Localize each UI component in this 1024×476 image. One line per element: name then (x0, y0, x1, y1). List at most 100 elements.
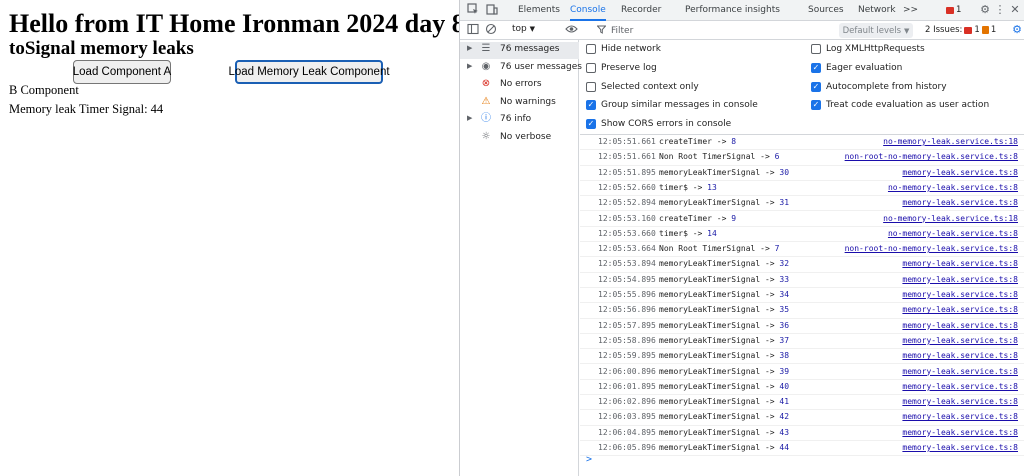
error-count-badge[interactable]: 1 (946, 5, 961, 15)
info-icon: ⓘ (481, 113, 491, 124)
sidebar-item-label: 76 info (500, 114, 532, 124)
tab-network[interactable]: Network (858, 0, 896, 21)
setting-option[interactable]: Hide network (586, 41, 661, 57)
setting-label: Eager evaluation (826, 62, 903, 73)
log-source-link[interactable]: memory-leak.service.ts:8 (902, 351, 1018, 360)
log-text: memoryLeakTimerSignal -> (659, 320, 780, 330)
sidebar-toggle-icon[interactable] (466, 23, 480, 37)
setting-option[interactable]: ✓ Autocomplete from history (811, 79, 947, 95)
checkbox[interactable] (811, 44, 821, 54)
log-source-link[interactable]: no-memory-leak.service.ts:18 (883, 214, 1018, 223)
log-text: memoryLeakTimerSignal -> (659, 381, 780, 391)
setting-option[interactable]: ✓ Treat code evaluation as user action (811, 97, 989, 113)
tab-sources[interactable]: Sources (808, 0, 844, 21)
log-text: memoryLeakTimerSignal -> (659, 397, 780, 407)
log-source-link[interactable]: non-root-no-memory-leak.service.ts:8 (845, 152, 1018, 161)
settings-gear-icon[interactable]: ⚙ (978, 3, 992, 17)
checkbox[interactable] (586, 44, 596, 54)
setting-option[interactable]: ✓ Show CORS errors in console (586, 116, 731, 132)
log-source-link[interactable]: memory-leak.service.ts:8 (902, 443, 1018, 452)
log-text: memoryLeakTimerSignal -> (659, 427, 780, 437)
setting-option[interactable]: Selected context only (586, 79, 699, 95)
expand-arrow-icon[interactable]: ▶ (467, 44, 472, 52)
log-number: 13 (707, 182, 717, 192)
setting-option[interactable]: Preserve log (586, 60, 657, 76)
load-memory-leak-component-button[interactable]: Load Memory Leak Component (228, 60, 390, 84)
setting-label: Group similar messages in console (601, 100, 758, 111)
log-message: timer$ -> 14 (659, 229, 717, 238)
log-source-link[interactable]: memory-leak.service.ts:8 (902, 367, 1018, 376)
more-options-icon[interactable]: ⋮ (993, 3, 1007, 17)
context-selector[interactable]: top ▼ (512, 24, 535, 34)
log-number: 30 (779, 167, 790, 177)
more-tabs-button[interactable]: >> (903, 0, 918, 21)
filter-input[interactable]: Filter (596, 23, 839, 38)
log-text: memoryLeakTimerSignal -> (659, 366, 780, 376)
setting-option[interactable]: ✓ Eager evaluation (811, 60, 902, 76)
device-toolbar-icon[interactable] (485, 3, 499, 17)
tab-elements[interactable]: Elements (518, 0, 560, 21)
log-source-link[interactable]: memory-leak.service.ts:8 (902, 275, 1018, 284)
log-source-link[interactable]: memory-leak.service.ts:8 (902, 382, 1018, 391)
sidebar-item[interactable]: ▶ ◉ 76 user messages (460, 60, 582, 77)
tab-console[interactable]: Console (570, 0, 606, 21)
checkbox[interactable]: ✓ (586, 100, 596, 111)
live-expression-eye-icon[interactable] (564, 23, 578, 37)
log-source-link[interactable]: memory-leak.service.ts:8 (902, 305, 1018, 314)
log-source-link[interactable]: memory-leak.service.ts:8 (902, 321, 1018, 330)
console-settings-gear-icon[interactable]: ⚙ (1010, 23, 1024, 37)
log-source-link[interactable]: no-memory-leak.service.ts:8 (888, 229, 1018, 238)
setting-option[interactable]: Log XMLHttpRequests (811, 41, 925, 57)
sidebar-item[interactable]: ⚠ No warnings (460, 95, 579, 112)
log-source-link[interactable]: no-memory-leak.service.ts:18 (883, 137, 1018, 146)
log-text: timer$ -> (659, 182, 708, 192)
console-settings-panel: Hide network Preserve log Selected context… (580, 40, 1024, 135)
log-number: 39 (779, 366, 790, 376)
log-source-link[interactable]: non-root-no-memory-leak.service.ts:8 (845, 244, 1018, 253)
checkbox[interactable] (586, 62, 596, 73)
sidebar-item[interactable]: ▶ ☰ 76 messages (460, 42, 579, 59)
sidebar-item[interactable]: ▶ ⓘ 76 info (460, 112, 579, 129)
sidebar-item-label: 76 messages (500, 44, 560, 54)
sidebar-item[interactable]: ⊗ No errors (460, 77, 579, 94)
log-text: memoryLeakTimerSignal -> (659, 198, 780, 208)
load-component-a-button[interactable]: Load Component A (73, 60, 171, 84)
log-source-link[interactable]: memory-leak.service.ts:8 (902, 397, 1018, 406)
log-text: memoryLeakTimerSignal -> (659, 412, 780, 422)
log-number: 9 (731, 213, 737, 223)
checkbox[interactable]: ✓ (586, 119, 596, 130)
tab-performance-insights[interactable]: Performance insights (685, 0, 780, 21)
checkbox[interactable]: ✓ (811, 100, 821, 111)
sidebar-item[interactable]: ☼ No verbose (460, 130, 579, 147)
checkbox[interactable]: ✓ (811, 81, 821, 92)
log-levels-dropdown[interactable]: Default levels ▼ (839, 23, 913, 38)
issues-counter[interactable]: 2 Issues: 1 1 (925, 25, 996, 35)
log-source-link[interactable]: memory-leak.service.ts:8 (902, 290, 1018, 299)
inspect-element-icon[interactable] (466, 3, 480, 17)
log-message: memoryLeakTimerSignal -> 31 (659, 198, 789, 207)
setting-option[interactable]: ✓ Group similar messages in console (586, 97, 758, 113)
log-source-link[interactable]: memory-leak.service.ts:8 (902, 168, 1018, 177)
log-number: 33 (779, 274, 790, 284)
log-source-link[interactable]: memory-leak.service.ts:8 (902, 428, 1018, 437)
close-icon[interactable]: ✕ (1008, 3, 1022, 17)
log-text: createTimer -> (659, 213, 732, 223)
console-prompt[interactable]: > (586, 454, 592, 465)
tab-recorder[interactable]: Recorder (621, 0, 661, 21)
log-source-link[interactable]: no-memory-leak.service.ts:8 (888, 183, 1018, 192)
console-log-row: 12:05:57.895 memoryLeakTimerSignal -> 36 m… (580, 319, 1024, 334)
log-source-link[interactable]: memory-leak.service.ts:8 (902, 259, 1018, 268)
setting-label: Autocomplete from history (826, 81, 947, 92)
expand-arrow-icon[interactable]: ▶ (467, 62, 472, 70)
clear-console-icon[interactable] (484, 23, 498, 37)
checkbox[interactable] (586, 81, 596, 92)
log-source-link[interactable]: memory-leak.service.ts:8 (902, 336, 1018, 345)
console-log-row: 12:05:53.660 timer$ -> 14 no-memory-leak.s… (580, 227, 1024, 243)
expand-arrow-icon[interactable]: ▶ (467, 114, 472, 122)
log-timestamp: 12:06:01.895 (598, 381, 656, 391)
log-source-link[interactable]: memory-leak.service.ts:8 (902, 412, 1018, 421)
log-source-link[interactable]: memory-leak.service.ts:8 (902, 198, 1018, 207)
filter-icon (596, 25, 607, 37)
log-message: createTimer -> 9 (659, 214, 736, 223)
checkbox[interactable]: ✓ (811, 62, 821, 73)
